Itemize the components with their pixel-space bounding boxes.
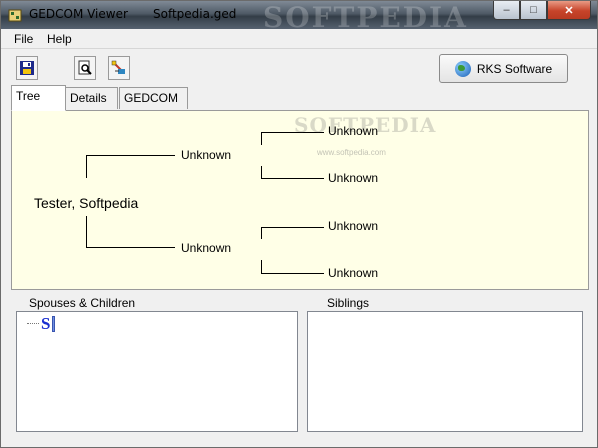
siblings-list[interactable] <box>307 311 583 432</box>
paternal-grandmother-name[interactable]: Unknown <box>328 171 378 185</box>
save-icon <box>20 61 34 75</box>
window-controls: – □ ✕ <box>493 1 591 20</box>
tab-gedcom[interactable]: GEDCOM <box>119 87 188 109</box>
root-person[interactable]: Tester, Softpedia <box>34 195 138 211</box>
preview-icon <box>78 60 92 75</box>
tree-dots <box>27 323 39 324</box>
father-name[interactable]: Unknown <box>181 148 231 162</box>
preview-button[interactable] <box>74 56 96 80</box>
maximize-button[interactable]: □ <box>520 1 547 20</box>
menu-bar: File Help <box>1 29 597 49</box>
app-window: GEDCOM Viewer Softpedia.ged SOFTPEDIA – … <box>0 0 598 448</box>
tab-gedcom-label: GEDCOM <box>124 91 178 105</box>
tree-panel: SOFTPEDIA www.softpedia.com Tester, Soft… <box>11 110 589 290</box>
app-title: GEDCOM Viewer <box>29 7 128 21</box>
rks-software-label: RKS Software <box>476 61 553 76</box>
rks-software-button[interactable]: RKS Software <box>439 54 568 83</box>
tab-details[interactable]: Details <box>65 87 118 109</box>
minimize-button[interactable]: – <box>493 1 520 20</box>
paternal-grandfather-name[interactable]: Unknown <box>328 124 378 138</box>
save-button[interactable] <box>16 56 38 80</box>
file-title: Softpedia.ged <box>153 7 237 21</box>
selection-cursor <box>52 315 56 332</box>
tab-details-label: Details <box>70 91 107 105</box>
close-button[interactable]: ✕ <box>547 1 591 20</box>
tools-button[interactable] <box>108 56 130 80</box>
spouse-item-label: S <box>41 314 51 333</box>
mother-name[interactable]: Unknown <box>181 241 231 255</box>
maternal-grandfather-name[interactable]: Unknown <box>328 219 378 233</box>
app-icon <box>8 9 22 22</box>
title-bar[interactable]: GEDCOM Viewer Softpedia.ged SOFTPEDIA – … <box>1 1 597 34</box>
maternal-grandmother-name[interactable]: Unknown <box>328 266 378 280</box>
tree-watermark-url: www.softpedia.com <box>317 148 386 157</box>
tab-tree-label: Tree <box>16 89 41 103</box>
menu-help[interactable]: Help <box>47 32 72 46</box>
spouses-children-list[interactable]: S <box>16 311 298 432</box>
siblings-label: Siblings <box>327 296 370 310</box>
list-item[interactable]: S <box>27 314 56 333</box>
tab-tree[interactable]: Tree <box>11 85 66 111</box>
spouses-children-label: Spouses & Children <box>29 296 136 310</box>
globe-icon <box>454 60 471 77</box>
tools-icon <box>111 60 125 74</box>
menu-file[interactable]: File <box>14 32 33 46</box>
